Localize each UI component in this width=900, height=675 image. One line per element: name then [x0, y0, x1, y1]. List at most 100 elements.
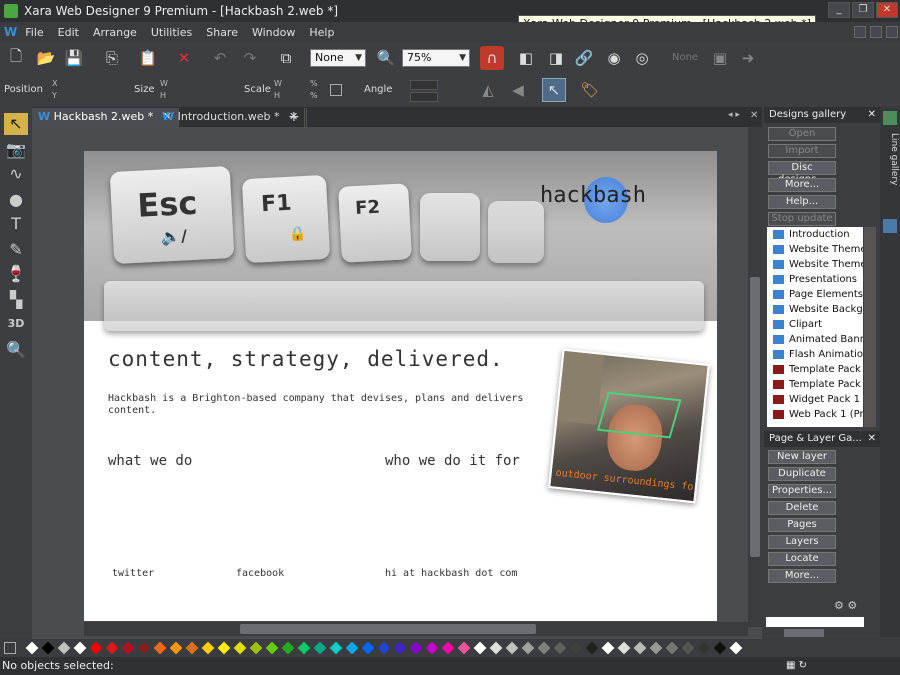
menu-utilities[interactable]: Utilities	[151, 26, 192, 39]
designs-list[interactable]: Introduction Website Themes Website Themes…	[767, 227, 863, 427]
close-window-button[interactable]: ✕	[876, 2, 898, 18]
color-swatch[interactable]	[617, 641, 631, 655]
locate-button[interactable]: Locate	[768, 552, 836, 566]
facebook-link[interactable]: facebook	[236, 568, 284, 579]
color-swatch[interactable]	[105, 641, 119, 655]
headline[interactable]: content, strategy, delivered.	[108, 347, 504, 371]
vertical-scroll-thumb[interactable]	[750, 277, 760, 557]
color-swatch[interactable]	[409, 641, 423, 655]
color-swatch[interactable]	[89, 641, 103, 655]
color-swatch[interactable]	[489, 641, 503, 655]
color-swatch[interactable]	[201, 641, 215, 655]
keyboard-hero-image[interactable]: Esc 🔈/ F1 🔒 F2 hackbash	[84, 151, 717, 331]
text-tool-icon[interactable]: T	[4, 213, 28, 235]
zoom-tool-left-icon[interactable]: 🔍	[4, 339, 28, 361]
restore-button[interactable]: ❐	[852, 2, 874, 18]
delete-icon[interactable]: ✕	[172, 46, 196, 70]
open-button[interactable]: Open	[768, 127, 836, 141]
color-swatch[interactable]	[473, 641, 487, 655]
color-swatch[interactable]	[505, 641, 519, 655]
gallery-settings-icon[interactable]: ⚙ ⚙	[834, 599, 857, 612]
fill-tool-icon[interactable]: ✎	[4, 239, 28, 261]
color-swatch[interactable]	[217, 641, 231, 655]
designs-list-item[interactable]: Presentations	[767, 272, 863, 287]
close-panel-icon[interactable]: ✕	[868, 431, 876, 447]
disc-designs-button[interactable]: Disc designs...	[768, 161, 836, 185]
designs-list-item[interactable]: Website Backgro	[767, 302, 863, 317]
photo-tool-icon[interactable]: 📷	[4, 139, 28, 161]
angle-input[interactable]	[410, 80, 438, 90]
doc-minimize-button[interactable]	[854, 26, 866, 38]
color-swatch[interactable]	[313, 641, 327, 655]
what-we-do-heading[interactable]: what we do	[108, 453, 192, 469]
lock-aspect-icon[interactable]	[330, 84, 342, 96]
pages-button[interactable]: Pages	[768, 518, 836, 532]
color-swatch[interactable]	[249, 641, 263, 655]
vertical-scrollbar[interactable]	[748, 127, 762, 627]
open-folder-icon[interactable]: 📂	[34, 46, 58, 70]
shadow-tool-icon[interactable]: ▚	[4, 289, 28, 311]
doc-close-button[interactable]	[886, 26, 898, 38]
color-swatch[interactable]	[729, 641, 743, 655]
color-swatch[interactable]	[361, 641, 375, 655]
color-swatch[interactable]	[73, 641, 87, 655]
designs-list-item[interactable]: Template Pack 2	[767, 377, 863, 392]
menu-share[interactable]: Share	[206, 26, 238, 39]
3d-tool-icon[interactable]: 3D	[4, 313, 28, 335]
intro-text[interactable]: Hackbash is a Brighton-based company tha…	[108, 393, 556, 417]
new-tab-icon[interactable]: +	[282, 108, 307, 127]
transform-handles-icon[interactable]: ↖	[542, 78, 566, 102]
preview-site-icon[interactable]: ◨	[544, 46, 568, 70]
copy-icon[interactable]: ⎘	[100, 46, 124, 70]
color-swatch[interactable]	[569, 641, 583, 655]
color-swatch[interactable]	[169, 641, 183, 655]
designs-list-item[interactable]: Flash Animation	[767, 347, 863, 362]
color-swatch[interactable]	[281, 641, 295, 655]
horizontal-scrollbar[interactable]	[84, 622, 748, 636]
color-swatch[interactable]	[697, 641, 711, 655]
designs-list-item[interactable]: Introduction	[767, 227, 863, 242]
more-layers-button[interactable]: More...	[768, 569, 836, 583]
color-swatch[interactable]	[25, 641, 39, 655]
duplicate-button[interactable]: Duplicate	[768, 467, 836, 481]
tag-icon[interactable]: 🏷	[578, 78, 602, 102]
help-button[interactable]: Help...	[768, 195, 836, 209]
color-swatch[interactable]	[633, 641, 647, 655]
designs-list-item[interactable]: Template Pack 1	[767, 362, 863, 377]
color-swatch[interactable]	[393, 641, 407, 655]
designs-list-item[interactable]: Website Themes	[767, 257, 863, 272]
menu-help[interactable]: Help	[309, 26, 334, 39]
pen-tool-icon[interactable]: ∿	[4, 163, 28, 185]
designs-list-scrollbar[interactable]	[864, 227, 876, 427]
color-swatch[interactable]	[41, 641, 55, 655]
flip-horizontal-icon[interactable]: ◭	[476, 78, 500, 102]
doc-restore-button[interactable]	[870, 26, 882, 38]
publish-icon[interactable]: ◉	[602, 46, 626, 70]
close-document-icon[interactable]: ✕	[750, 110, 758, 121]
arrow-right-icon[interactable]: ➜	[736, 46, 760, 70]
color-swatch[interactable]	[345, 641, 359, 655]
designs-list-item[interactable]: Web Pack 1 (Pre	[767, 407, 863, 422]
save-icon[interactable]: 💾	[62, 46, 86, 70]
delete-button[interactable]: Delete	[768, 501, 836, 515]
more-button[interactable]: More...	[768, 178, 836, 192]
flip-vertical-icon[interactable]: ◀	[506, 78, 530, 102]
line-gallery-tab[interactable]: Line gallery	[881, 133, 899, 203]
status-icons[interactable]: ▦ ↻	[786, 657, 807, 675]
color-swatch[interactable]	[57, 641, 71, 655]
color-swatch[interactable]	[153, 641, 167, 655]
menu-edit[interactable]: Edit	[58, 26, 79, 39]
link-icon[interactable]: 🔗	[572, 46, 596, 70]
color-swatch[interactable]	[425, 641, 439, 655]
zoom-dropdown[interactable]: 75% ▼	[402, 49, 470, 67]
transparency-tool-icon[interactable]: 🍷	[4, 263, 28, 285]
color-swatch[interactable]	[377, 641, 391, 655]
redo-icon[interactable]: ↷	[238, 46, 262, 70]
ftp-icon[interactable]: ◎	[630, 46, 654, 70]
horizontal-scroll-thumb[interactable]	[240, 624, 536, 634]
undo-icon[interactable]: ↶	[208, 46, 232, 70]
menu-arrange[interactable]: Arrange	[93, 26, 137, 39]
preview-page-icon[interactable]: ◧	[514, 46, 538, 70]
color-swatch[interactable]	[521, 641, 535, 655]
color-swatch[interactable]	[665, 641, 679, 655]
